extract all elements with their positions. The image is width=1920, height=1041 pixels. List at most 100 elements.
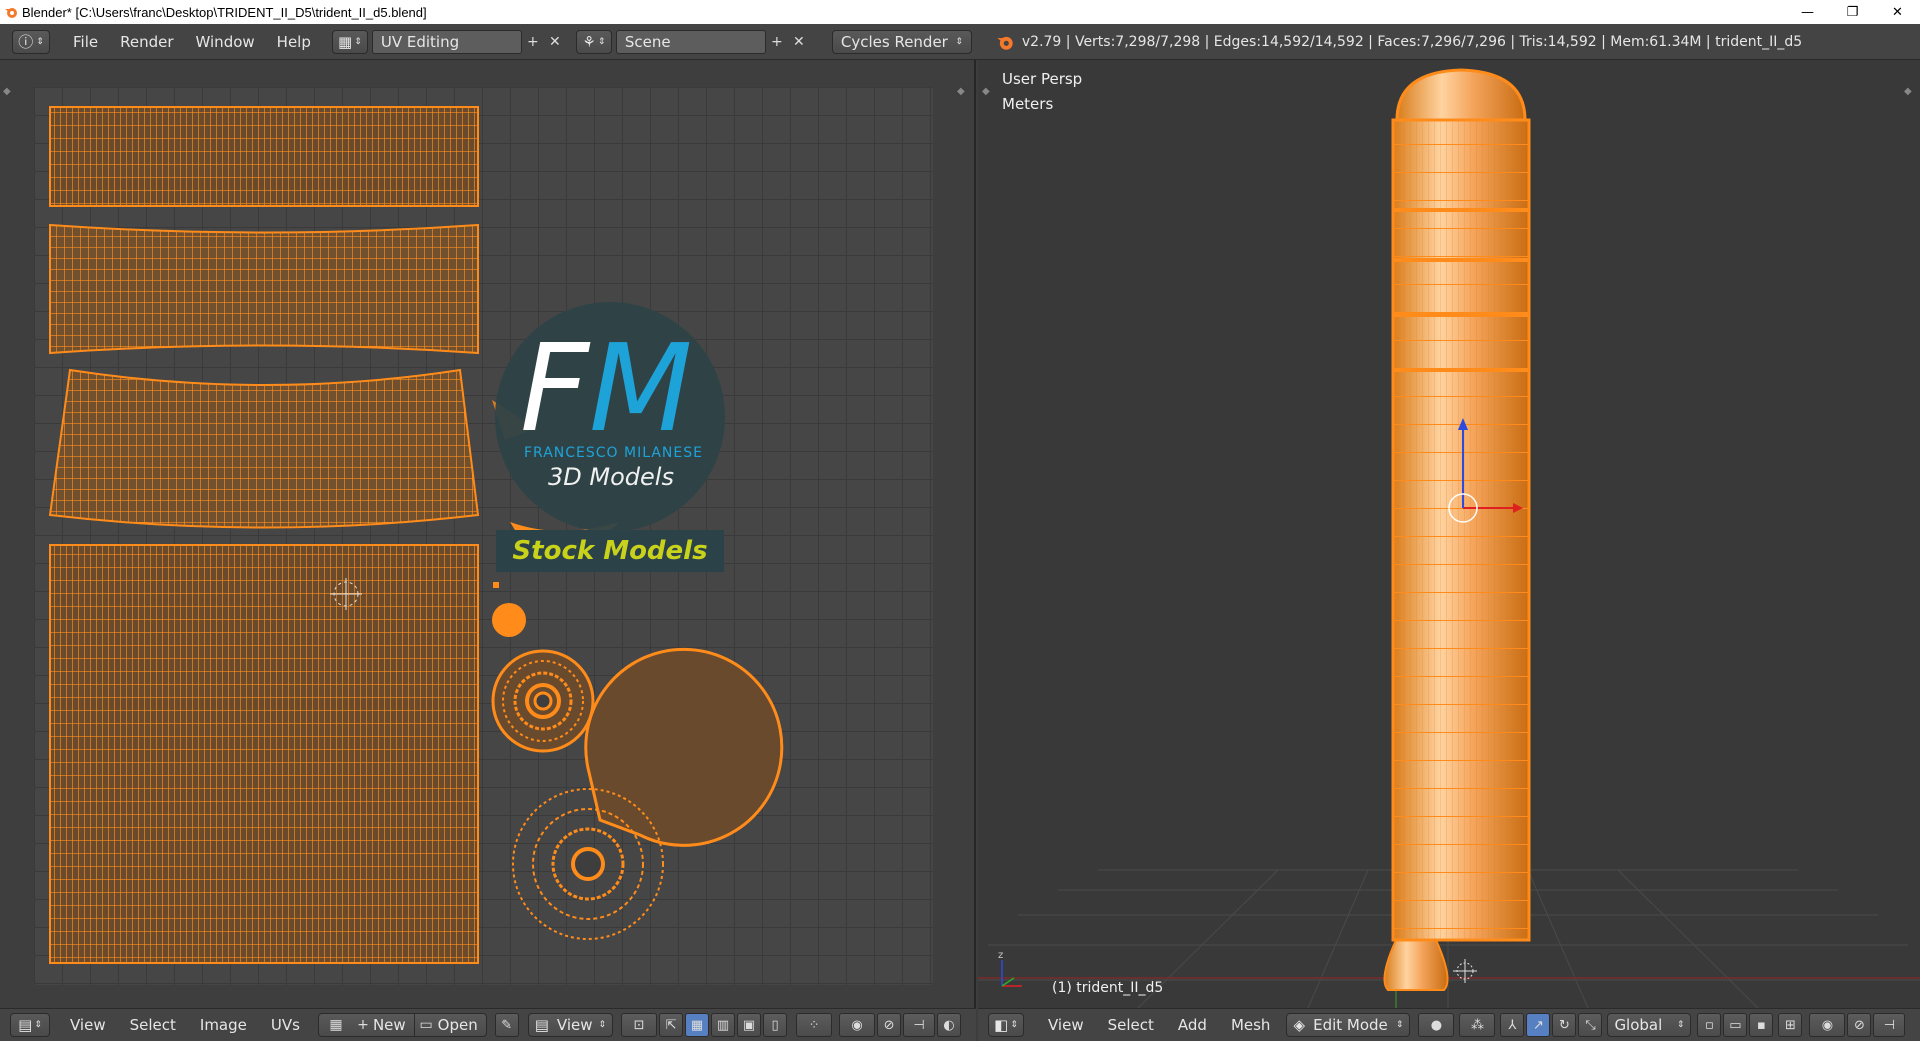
render-slot-icon[interactable]: ◐ (937, 1013, 962, 1037)
vp-menu-view[interactable]: View (1036, 1016, 1096, 1034)
vertex-select-mode-icon[interactable]: ▦ (685, 1013, 710, 1037)
image-browse-icon[interactable]: ▦ (319, 1014, 353, 1036)
face-select-icon[interactable]: ▪ (1749, 1013, 1774, 1037)
snap-icon[interactable]: ⊘ (877, 1013, 902, 1037)
vp-menu-select[interactable]: Select (1096, 1016, 1166, 1034)
pivot-point-icon[interactable]: ⁂ (1459, 1013, 1496, 1037)
menu-help[interactable]: Help (266, 33, 322, 51)
face-select-mode-icon[interactable]: ▣ (737, 1013, 762, 1037)
watermark-name: FRANCESCO MILANESE (524, 445, 703, 461)
layout-grid-icon: ▦ (338, 32, 353, 51)
sync-selection-icon[interactable]: ⇱ (659, 1013, 684, 1037)
restore-button[interactable]: ❐ (1830, 0, 1875, 24)
uv-island[interactable] (49, 106, 479, 207)
viewport-footer: ◧ ⇕ View Select Add Mesh ◈ Edit Mode ⇕ ● … (978, 1008, 1920, 1041)
add-screen-icon[interactable]: + (522, 31, 544, 53)
interaction-mode-label: Edit Mode (1313, 1016, 1388, 1034)
watermark-tagline: 3D Models (548, 463, 674, 491)
image-browse-group: ▦ + New ▭ Open (317, 1013, 487, 1037)
view-mode-dropdown[interactable]: ▤ View ⇕ (527, 1013, 614, 1037)
screen-layout-field[interactable]: UV Editing (371, 29, 522, 54)
snap-mode-icon[interactable]: ⊣ (1873, 1013, 1906, 1037)
interaction-mode-dropdown[interactable]: ◈ Edit Mode ⇕ (1286, 1013, 1411, 1037)
scale-manipulator-icon[interactable]: ⤡ (1578, 1013, 1603, 1037)
active-object-label: (1) trident_II_d5 (1052, 980, 1164, 996)
edge-select-icon[interactable]: ▭ (1723, 1013, 1748, 1037)
3d-viewport[interactable]: ◆ ◆ User Persp Meters z (1) trident_II_d… (978, 60, 1920, 1008)
add-scene-icon[interactable]: + (766, 31, 788, 53)
viewport-editor-type-button[interactable]: ◧ ⇕ (988, 1013, 1024, 1037)
remove-screen-icon[interactable]: ✕ (544, 31, 566, 53)
uv-menu-select[interactable]: Select (118, 1016, 188, 1034)
sticky-selection-icon[interactable]: ⁘ (796, 1013, 833, 1037)
editor-type-info-button[interactable]: ⓘ ⇕ (12, 29, 50, 54)
image-editor-icon: ▤ (18, 1016, 33, 1034)
view-mode-icon: ▤ (534, 1016, 549, 1034)
uv-island[interactable] (49, 544, 479, 964)
viewport-scene[interactable]: z (978, 60, 1920, 1008)
minimize-button[interactable]: — (1785, 0, 1830, 24)
edit-mode-icon: ◈ (1293, 1016, 1305, 1034)
updown-arrows-icon: ⇕ (598, 1020, 607, 1030)
snap-mode-icon[interactable]: ⊣ (903, 1013, 936, 1037)
uv-island[interactable] (493, 582, 499, 588)
vertex-select-icon[interactable]: ▫ (1697, 1013, 1722, 1037)
scene-browse-button[interactable]: ⚘ ⇕ (575, 29, 612, 54)
uv-island[interactable] (49, 223, 479, 355)
manipulator-toggle-icon[interactable]: ⅄ (1500, 1013, 1525, 1037)
proportional-editing-icon[interactable]: ◉ (1809, 1013, 1846, 1037)
menu-file[interactable]: File (62, 33, 109, 51)
info-header: ⓘ ⇕ File Render Window Help ▦ ⇕ UV Editing… (0, 24, 1920, 60)
proportional-editing-icon[interactable]: ◉ (839, 1013, 876, 1037)
uv-menu-image[interactable]: Image (188, 1016, 259, 1034)
trident-missile-mesh[interactable] (1383, 68, 1531, 991)
open-image-button[interactable]: Open (438, 1016, 486, 1034)
translate-manipulator-icon[interactable]: ↗ (1526, 1013, 1551, 1037)
uv-menu-view[interactable]: View (58, 1016, 118, 1034)
new-image-button[interactable]: New (373, 1016, 414, 1034)
info-icon: ⓘ (18, 33, 34, 51)
updown-arrows-icon: ⇕ (955, 36, 963, 47)
scene-icon: ⚘ (582, 32, 596, 51)
3d-cursor-icon[interactable] (1453, 959, 1477, 983)
uv-menu-uvs[interactable]: UVs (259, 1016, 312, 1034)
uv-island[interactable] (48, 368, 480, 529)
scene-statistics: v2.79 | Verts:7,298/7,298 | Edges:14,592… (1021, 33, 1803, 50)
uv-island[interactable] (492, 603, 526, 637)
blender-logo-icon (5, 8, 17, 18)
transform-orientation-label: Global (1614, 1016, 1663, 1034)
remove-scene-icon[interactable]: ✕ (788, 31, 810, 53)
scene-field[interactable]: Scene (615, 29, 766, 54)
axis-gizmo-icon: z (998, 950, 1022, 987)
updown-arrows-icon: ⇕ (597, 36, 606, 47)
rotate-manipulator-icon[interactable]: ↻ (1552, 1013, 1577, 1037)
render-engine-label: Cycles Render (840, 32, 948, 51)
uv-image-editor[interactable]: ◆ ◆ FM FRANCESCO MILANESE 3D Models Stoc… (0, 60, 976, 1008)
pin-icon[interactable]: ✎ (494, 1013, 519, 1037)
watermark-fm: FM (520, 320, 693, 459)
editor-type-button[interactable]: ▤ ⇕ (10, 1013, 50, 1037)
vp-menu-add[interactable]: Add (1166, 1016, 1219, 1034)
uv-island[interactable] (491, 649, 595, 753)
updown-arrows-icon: ⇕ (1010, 1020, 1018, 1030)
screen-layout-browse-button[interactable]: ▦ ⇕ (331, 29, 368, 54)
3d-view-icon: ◧ (994, 1016, 1009, 1034)
limit-selection-icon[interactable]: ⊞ (1778, 1013, 1803, 1037)
open-image-icon[interactable]: ▭ (413, 1014, 438, 1036)
edge-select-mode-icon[interactable]: ▥ (711, 1013, 736, 1037)
viewport-shading-icon[interactable]: ● (1418, 1013, 1455, 1037)
uv-layout[interactable] (0, 60, 976, 1008)
svg-text:z: z (998, 950, 1003, 961)
pivot-point-icon[interactable]: ⊡ (621, 1013, 658, 1037)
vp-menu-mesh[interactable]: Mesh (1219, 1016, 1283, 1034)
new-image-icon[interactable]: + (353, 1014, 373, 1036)
menu-window[interactable]: Window (185, 33, 266, 51)
menu-render[interactable]: Render (109, 33, 184, 51)
transform-orientation-dropdown[interactable]: Global ⇕ (1607, 1013, 1692, 1037)
window-titlebar: Blender* [C:\Users\franc\Desktop\TRIDENT… (0, 0, 1920, 24)
island-select-mode-icon[interactable]: ▯ (763, 1013, 788, 1037)
close-button[interactable]: ✕ (1875, 0, 1920, 24)
snap-icon[interactable]: ⊘ (1847, 1013, 1872, 1037)
render-engine-dropdown[interactable]: Cycles Render ⇕ (831, 29, 972, 54)
updown-arrows-icon: ⇕ (36, 36, 44, 47)
